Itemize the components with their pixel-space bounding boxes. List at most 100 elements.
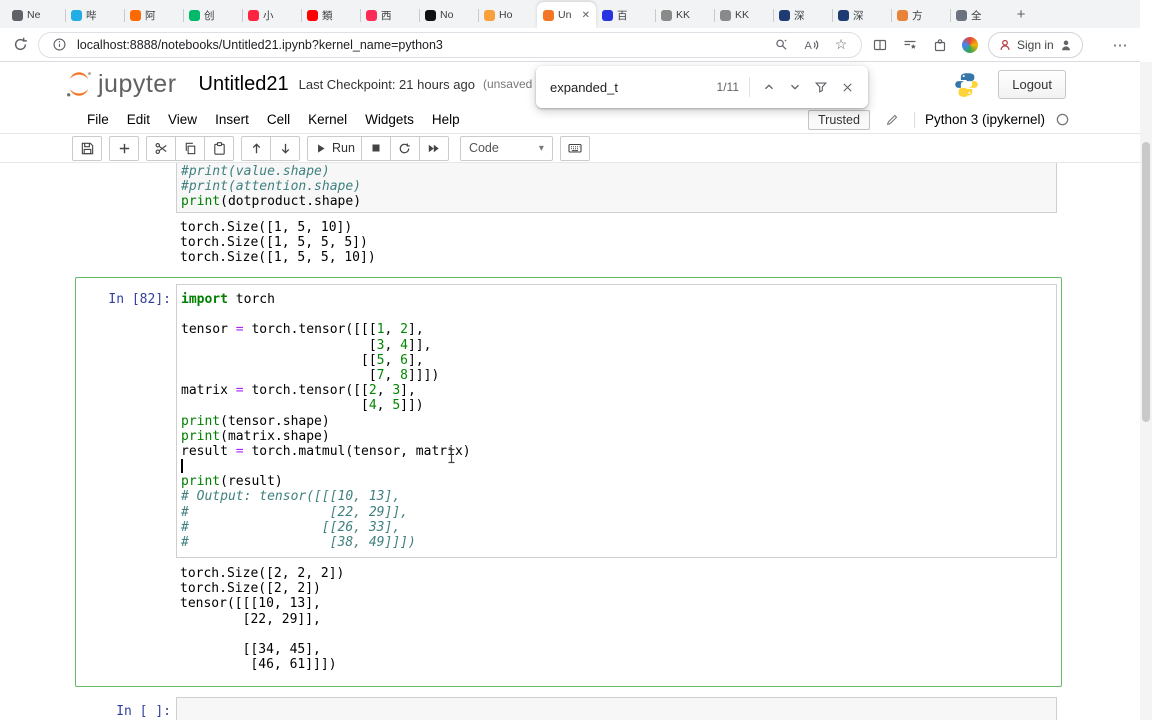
browser-tab[interactable]: 方	[891, 2, 950, 28]
add-cell-button[interactable]	[109, 135, 139, 161]
move-cell-down-button[interactable]	[270, 135, 300, 161]
find-next-button[interactable]	[782, 74, 808, 100]
move-cell-up-button[interactable]	[241, 135, 271, 161]
extensions-icon[interactable]	[928, 33, 952, 57]
tab-label: Ne	[27, 9, 41, 21]
browser-tab[interactable]: 创	[183, 2, 242, 28]
menu-widgets[interactable]: Widgets	[356, 112, 423, 127]
kernel-idle-icon	[1056, 113, 1069, 126]
code-cell-input[interactable]: import torch tensor = torch.tensor([[[1,…	[176, 284, 1057, 558]
browser-tab[interactable]: No	[419, 2, 478, 28]
checkpoint-text: Last Checkpoint: 21 hours ago	[298, 76, 475, 92]
tab-favicon	[661, 9, 672, 21]
paste-cell-button[interactable]	[204, 135, 234, 161]
find-previous-button[interactable]	[756, 74, 782, 100]
run-label: Run	[332, 141, 355, 155]
tab-close-icon[interactable]: ✕	[582, 10, 590, 21]
browser-tab[interactable]: 深	[773, 2, 832, 28]
browser-tab[interactable]: 西	[360, 2, 419, 28]
browser-tab[interactable]: 阿	[124, 2, 183, 28]
copy-cell-button[interactable]	[175, 135, 205, 161]
edit-title-pencil-icon[interactable]	[880, 108, 904, 132]
favorite-star-icon[interactable]: ☆	[829, 33, 853, 57]
tab-label: 创	[204, 9, 215, 22]
text-caret	[181, 459, 183, 473]
read-aloud-icon[interactable]: A	[799, 33, 823, 57]
tab-label: 阿	[145, 9, 156, 22]
logout-button[interactable]: Logout	[998, 69, 1066, 99]
tab-label: 全	[971, 9, 982, 22]
split-screen-icon[interactable]	[868, 33, 892, 57]
input-prompt: In [ ]:	[116, 704, 171, 719]
menu-file[interactable]: File	[78, 112, 118, 127]
cell-type-select[interactable]: Code ▾	[459, 135, 553, 161]
search-sidebar-icon[interactable]	[769, 33, 793, 57]
browser-tab[interactable]: 深	[832, 2, 891, 28]
browser-tab[interactable]: 全	[950, 2, 1009, 28]
tab-favicon	[12, 9, 23, 21]
url-text[interactable]: localhost:8888/notebooks/Untitled21.ipyn…	[77, 38, 763, 52]
browser-tab[interactable]: KK	[714, 2, 773, 28]
page-scrollbar[interactable]	[1140, 62, 1152, 720]
tab-favicon	[838, 9, 849, 21]
browser-address-bar: localhost:8888/notebooks/Untitled21.ipyn…	[0, 28, 1140, 62]
notebook-title[interactable]: Untitled21	[199, 73, 289, 96]
menu-insert[interactable]: Insert	[206, 112, 258, 127]
find-close-button[interactable]	[834, 74, 860, 100]
scrollbar-thumb[interactable]	[1142, 142, 1150, 422]
find-filter-icon[interactable]	[808, 74, 834, 100]
sign-in-button[interactable]: Sign in	[988, 31, 1083, 58]
divider	[749, 77, 750, 97]
browser-tab[interactable]: Ne	[6, 2, 65, 28]
site-info-icon[interactable]	[47, 33, 71, 57]
tab-favicon	[720, 9, 731, 21]
new-tab-button[interactable]: +	[1009, 2, 1033, 26]
menu-cell[interactable]: Cell	[258, 112, 299, 127]
menu-help[interactable]: Help	[423, 112, 469, 127]
cell-type-value: Code	[468, 141, 499, 155]
url-field[interactable]: localhost:8888/notebooks/Untitled21.ipyn…	[38, 31, 862, 58]
browser-tab[interactable]: 哔	[65, 2, 124, 28]
run-button[interactable]: Run	[307, 135, 362, 161]
interrupt-kernel-button[interactable]	[360, 135, 391, 161]
sign-in-label: Sign in	[1017, 37, 1054, 52]
browser-tab[interactable]: Ho	[478, 2, 537, 28]
tab-label: 哔	[86, 9, 97, 22]
notebook-area: #print(value.shape) #print(attention.shap…	[0, 163, 1140, 720]
command-palette-button[interactable]	[559, 135, 590, 161]
browser-menu-icon[interactable]: ⋯	[1108, 33, 1132, 57]
cell-output: torch.Size([2, 2, 2]) torch.Size([2, 2])…	[180, 566, 345, 673]
code-cell-input[interactable]: #print(value.shape) #print(attention.shap…	[176, 163, 1057, 213]
browser-essentials-icon[interactable]	[958, 33, 982, 57]
input-prompt: In [82]:	[108, 292, 171, 307]
browser-tab[interactable]: 小	[242, 2, 301, 28]
jupyter-menubar: File Edit View Insert Cell Kernel Widgets Help …	[0, 106, 1140, 134]
tab-favicon	[189, 9, 200, 21]
menu-kernel[interactable]: Kernel	[299, 112, 356, 127]
find-match-count: 1/11	[716, 80, 739, 94]
trusted-badge[interactable]: Trusted	[808, 109, 870, 130]
menu-edit[interactable]: Edit	[118, 112, 159, 127]
code-cell-input[interactable]	[176, 697, 1057, 720]
tab-favicon	[425, 9, 436, 21]
restart-kernel-button[interactable]	[389, 135, 420, 161]
cut-cell-button[interactable]	[146, 135, 176, 161]
profile-avatar-icon	[1061, 40, 1070, 50]
browser-tab[interactable]: 類	[301, 2, 360, 28]
find-input[interactable]: expanded_t	[550, 80, 713, 95]
selected-code-cell[interactable]: In [82]: import torch tensor = torch.ten…	[75, 277, 1062, 687]
restart-run-all-button[interactable]	[418, 135, 449, 161]
browser-tab[interactable]: Un ✕	[537, 2, 596, 28]
tab-favicon	[366, 9, 377, 21]
favorites-icon[interactable]	[898, 33, 922, 57]
refresh-icon[interactable]	[8, 33, 32, 57]
jupyter-logo[interactable]: jupyter	[64, 69, 177, 99]
browser-tab[interactable]: KK	[655, 2, 714, 28]
browser-tab[interactable]: 百	[596, 2, 655, 28]
divider	[913, 111, 915, 128]
save-button[interactable]	[72, 135, 102, 161]
tab-favicon	[779, 9, 790, 21]
screen: { "browser": { "tabs": [ {"label": "Ne",…	[0, 0, 1152, 720]
menu-view[interactable]: View	[159, 112, 206, 127]
jupyter-logo-icon	[67, 72, 91, 97]
